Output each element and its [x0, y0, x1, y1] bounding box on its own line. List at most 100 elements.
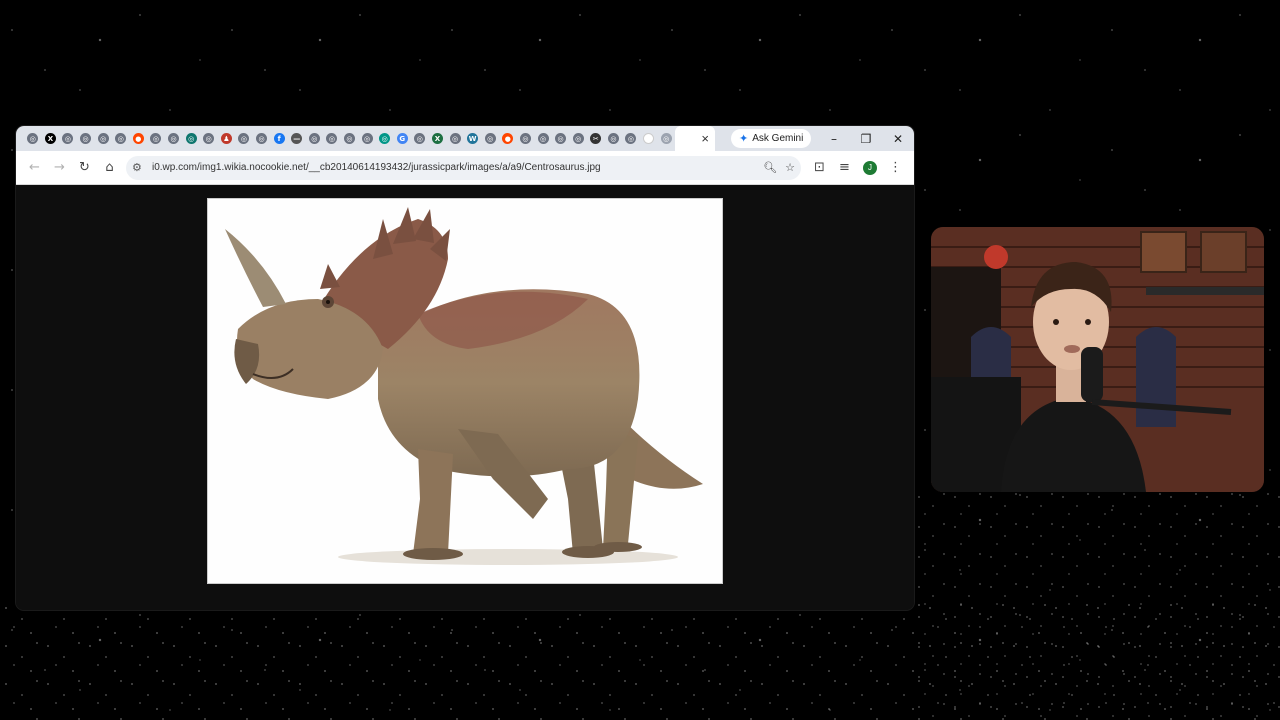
chrome-favicon-icon: ◎	[168, 133, 180, 144]
chrome-favicon-icon: ◎	[27, 133, 39, 144]
gemini-sparkle-icon: ✦	[739, 133, 749, 145]
pinned-tab-chrome[interactable]: ◎	[200, 126, 218, 151]
address-bar-url[interactable]: i0.wp.com/img1.wikia.nocookie.net/__cb20…	[152, 162, 601, 173]
chrome-favicon-icon: ◎	[256, 133, 268, 144]
pinned-tab-blank[interactable]	[640, 126, 658, 151]
starfield-right	[914, 490, 1280, 720]
excel-favicon-icon: X	[431, 133, 443, 144]
pinned-tab-chrome[interactable]: ◎	[59, 126, 77, 151]
x-favicon-icon: X	[44, 133, 56, 144]
pinned-tab-chrome[interactable]: ◎	[605, 126, 623, 151]
zoom-icon[interactable]: 🔍︎	[763, 161, 777, 174]
chrome-favicon-icon: ◎	[343, 133, 355, 144]
home-button[interactable]: ⌂	[97, 155, 122, 180]
pinned-tab-chrome[interactable]: ◎	[77, 126, 95, 151]
address-bar[interactable]: ⚙ i0.wp.com/img1.wikia.nocookie.net/__cb…	[126, 155, 801, 180]
pinned-tab-chrome[interactable]: ◎	[323, 126, 341, 151]
back-button[interactable]: ←	[22, 155, 47, 180]
webcam-overlay	[931, 227, 1264, 492]
media-controls-icon[interactable]: ≡	[832, 155, 857, 180]
ask-gemini-button[interactable]: ✦ Ask Gemini	[731, 129, 812, 148]
chrome-favicon-icon: ◎	[449, 133, 461, 144]
pinned-tab-jurassic[interactable]: ♟	[218, 126, 236, 151]
scissors-favicon-icon: ✂	[590, 133, 602, 144]
pinned-tab-chrome[interactable]: ◎	[411, 126, 429, 151]
google-favicon-icon: G	[396, 133, 408, 144]
ask-gemini-label: Ask Gemini	[752, 133, 804, 144]
tab-strip: ◎X◎◎◎◎●◎◎◎◎♟◎◎f—◎◎◎◎◎G◎X◎W◎●◎◎◎◎✂◎◎◎ × +…	[16, 126, 914, 151]
pinned-tab-chrome[interactable]: ◎	[341, 126, 359, 151]
pinned-tab-scissors[interactable]: ✂	[587, 126, 605, 151]
chrome-favicon-icon: ◎	[97, 133, 109, 144]
pinned-tab-chrome[interactable]: ◎	[569, 126, 587, 151]
edge-favicon-icon: ◎	[185, 133, 197, 144]
pinned-tab-chrome[interactable]: ◎	[165, 126, 183, 151]
pinned-tab-chrome[interactable]: ◎	[24, 126, 42, 151]
wiki-favicon-icon: ◎	[379, 133, 391, 144]
pinned-tab-chrome[interactable]: ◎	[94, 126, 112, 151]
pinned-tab-reddit[interactable]: ●	[130, 126, 148, 151]
active-tab[interactable]: ×	[674, 126, 715, 151]
chrome-favicon-icon: ◎	[80, 133, 92, 144]
gray-favicon-icon: ◎	[660, 133, 672, 144]
pinned-tab-reddit[interactable]: ●	[499, 126, 517, 151]
chrome-favicon-icon: ◎	[572, 133, 584, 144]
pinned-tab-edge[interactable]: ◎	[182, 126, 200, 151]
tab-close-button[interactable]: ×	[701, 131, 709, 146]
pinned-tab-wiki[interactable]: ◎	[376, 126, 394, 151]
pinned-tab-chrome[interactable]: ◎	[552, 126, 570, 151]
blank-favicon-icon	[643, 133, 655, 144]
pinned-tab-chrome[interactable]: ◎	[517, 126, 535, 151]
browser-toolbar: ← → ↻ ⌂ ⚙ i0.wp.com/img1.wikia.nocookie.…	[16, 151, 914, 185]
pinned-tab-x[interactable]: X	[42, 126, 60, 151]
pinned-tab-facebook[interactable]: f	[270, 126, 288, 151]
pinned-tab-chrome[interactable]: ◎	[112, 126, 130, 151]
pinned-tabs: ◎ X ◎ ◎ ◎ ◎ ● ◎ ◎ ◎ ◎ ♟ ◎ ◎ f — ◎ ◎ ◎ ◎ ◎ G ◎ X ◎ W ◎ ● ◎ ◎ ◎ ◎ ✂ ◎ ◎ ◎	[24, 126, 675, 151]
pinned-tab-chrome[interactable]: ◎	[446, 126, 464, 151]
facebook-favicon-icon: f	[273, 133, 285, 144]
pinned-tab-chrome[interactable]: ◎	[306, 126, 324, 151]
menu-kebab-icon[interactable]: ⋮	[883, 155, 908, 180]
wordpress-favicon-icon: W	[467, 133, 479, 144]
centrosaurus-image	[207, 198, 723, 584]
chrome-favicon-icon: ◎	[537, 133, 549, 144]
chrome-favicon-icon: ◎	[326, 133, 338, 144]
chrome-favicon-icon: ◎	[308, 133, 320, 144]
chrome-favicon-icon: ◎	[361, 133, 373, 144]
window-controls: – ❐ ✕	[818, 126, 914, 151]
chrome-favicon-icon: ◎	[484, 133, 496, 144]
restore-button[interactable]: ❐	[850, 126, 882, 151]
pinned-tab-chrome[interactable]: ◎	[358, 126, 376, 151]
centrosaurus-illustration	[225, 207, 703, 565]
pinned-tab-chrome[interactable]: ◎	[235, 126, 253, 151]
forward-button[interactable]: →	[47, 155, 72, 180]
bookmark-star-icon[interactable]: ☆	[785, 161, 795, 174]
pinned-tab-chrome[interactable]: ◎	[147, 126, 165, 151]
chrome-favicon-icon: ◎	[203, 133, 215, 144]
pinned-tab-minus[interactable]: —	[288, 126, 306, 151]
minimize-button[interactable]: –	[818, 126, 850, 151]
site-settings-icon[interactable]: ⚙	[132, 161, 148, 174]
pinned-tab-google[interactable]: G	[393, 126, 411, 151]
reload-button[interactable]: ↻	[72, 155, 97, 180]
pinned-tab-chrome[interactable]: ◎	[622, 126, 640, 151]
chrome-favicon-icon: ◎	[150, 133, 162, 144]
chrome-favicon-icon: ◎	[555, 133, 567, 144]
reddit-favicon-icon: ●	[132, 133, 144, 144]
chrome-favicon-icon: ◎	[62, 133, 74, 144]
chrome-favicon-icon: ◎	[115, 133, 127, 144]
pinned-tab-chrome[interactable]: ◎	[534, 126, 552, 151]
pinned-tab-chrome[interactable]: ◎	[253, 126, 271, 151]
pinned-tab-excel[interactable]: X	[429, 126, 447, 151]
page-viewport	[16, 185, 914, 610]
profile-avatar[interactable]: J	[863, 160, 877, 175]
pinned-tab-chrome[interactable]: ◎	[481, 126, 499, 151]
close-window-button[interactable]: ✕	[882, 126, 914, 151]
minus-favicon-icon: —	[291, 133, 303, 144]
pinned-tab-gray[interactable]: ◎	[657, 126, 675, 151]
chrome-favicon-icon: ◎	[607, 133, 619, 144]
chrome-favicon-icon: ◎	[238, 133, 250, 144]
streamer-webcam-feed	[931, 227, 1264, 492]
pinned-tab-wordpress[interactable]: W	[464, 126, 482, 151]
lens-search-icon[interactable]: ⊡	[807, 155, 832, 180]
